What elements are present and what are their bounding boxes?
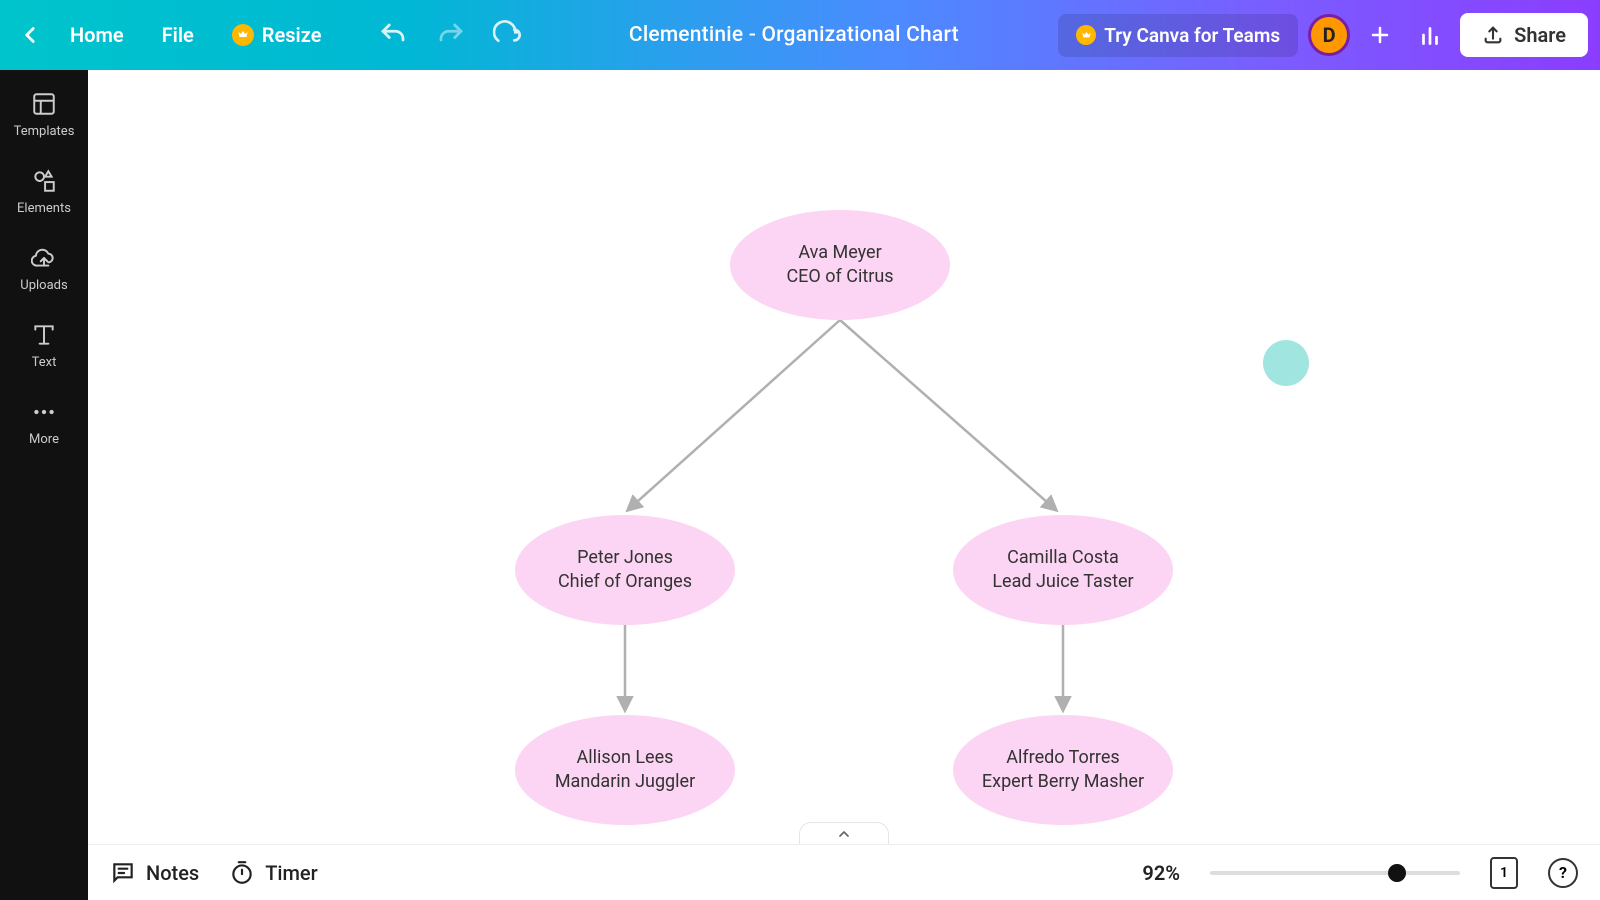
org-node-ceo[interactable]: Ava Meyer CEO of Citrus: [730, 210, 950, 320]
sidebar-item-elements[interactable]: Elements: [17, 167, 71, 216]
node-name: Allison Lees: [577, 746, 674, 770]
text-icon: [30, 321, 58, 349]
sidebar-item-uploads[interactable]: Uploads: [20, 244, 67, 293]
timer-label: Timer: [265, 861, 318, 885]
sidebar-label: Elements: [17, 201, 71, 216]
share-label: Share: [1514, 23, 1566, 47]
resize-button[interactable]: Resize: [216, 15, 338, 55]
share-button[interactable]: Share: [1460, 13, 1588, 57]
elements-icon: [30, 167, 58, 195]
page-indicator[interactable]: 1: [1490, 857, 1518, 889]
timer-icon: [229, 860, 255, 886]
org-node-peter[interactable]: Peter Jones Chief of Oranges: [515, 515, 735, 625]
timer-button[interactable]: Timer: [229, 860, 318, 886]
notes-button[interactable]: Notes: [110, 860, 199, 886]
crown-icon: [1076, 25, 1096, 45]
sidebar-label: Templates: [14, 124, 75, 139]
cloud-sync-button[interactable]: [489, 15, 529, 55]
try-teams-button[interactable]: Try Canva for Teams: [1058, 14, 1298, 57]
topbar: Home File Resize Clementinie - Organizat…: [0, 0, 1600, 70]
cloud-icon: [493, 19, 525, 51]
chevron-left-icon: [17, 22, 43, 48]
sidebar-item-more[interactable]: More: [29, 398, 59, 447]
sidebar: Templates Elements Uploads Text More: [0, 70, 88, 900]
collaborator-cursor: [1263, 340, 1309, 386]
topbar-right: Try Canva for Teams D Share: [1058, 13, 1588, 57]
node-title: Expert Berry Masher: [982, 770, 1144, 794]
user-avatar[interactable]: D: [1308, 14, 1350, 56]
try-teams-label: Try Canva for Teams: [1104, 24, 1280, 47]
uploads-icon: [30, 244, 58, 272]
undo-icon: [378, 20, 408, 50]
sidebar-label: More: [29, 432, 59, 447]
org-connectors: [88, 70, 1600, 844]
notes-label: Notes: [146, 861, 199, 885]
resize-label: Resize: [262, 23, 322, 47]
redo-icon: [436, 20, 466, 50]
home-button[interactable]: Home: [54, 15, 140, 55]
bottombar: Notes Timer 92% 1 ?: [88, 844, 1600, 900]
templates-icon: [30, 90, 58, 118]
file-menu[interactable]: File: [146, 15, 210, 55]
node-name: Ava Meyer: [798, 241, 881, 265]
sidebar-item-templates[interactable]: Templates: [14, 90, 75, 139]
sidebar-item-text[interactable]: Text: [30, 321, 58, 370]
chevron-up-icon: [836, 826, 852, 842]
back-button[interactable]: [12, 17, 48, 53]
more-icon: [30, 398, 58, 426]
notes-icon: [110, 860, 136, 886]
undo-button[interactable]: [373, 15, 413, 55]
zoom-level[interactable]: 92%: [1142, 861, 1180, 885]
history-tools: [373, 15, 529, 55]
plus-icon: [1368, 23, 1392, 47]
redo-button[interactable]: [431, 15, 471, 55]
page-handle[interactable]: [799, 822, 889, 844]
analytics-icon: [1417, 22, 1443, 48]
org-node-alfredo[interactable]: Alfredo Torres Expert Berry Masher: [953, 715, 1173, 825]
analytics-button[interactable]: [1410, 15, 1450, 55]
org-node-camilla[interactable]: Camilla Costa Lead Juice Taster: [953, 515, 1173, 625]
node-name: Peter Jones: [577, 546, 673, 570]
upload-icon: [1482, 24, 1504, 46]
org-node-allison[interactable]: Allison Lees Mandarin Juggler: [515, 715, 735, 825]
sidebar-label: Text: [32, 355, 57, 370]
canvas[interactable]: Ava Meyer CEO of Citrus Peter Jones Chie…: [88, 70, 1600, 844]
node-title: CEO of Citrus: [786, 265, 893, 289]
help-button[interactable]: ?: [1548, 858, 1578, 888]
zoom-handle[interactable]: [1388, 864, 1406, 882]
sidebar-label: Uploads: [20, 278, 67, 293]
topbar-left: Home File Resize: [12, 15, 529, 55]
node-name: Alfredo Torres: [1006, 746, 1119, 770]
node-title: Lead Juice Taster: [992, 570, 1133, 594]
zoom-slider[interactable]: [1210, 871, 1460, 875]
add-member-button[interactable]: [1360, 15, 1400, 55]
node-title: Chief of Oranges: [558, 570, 692, 594]
node-name: Camilla Costa: [1007, 546, 1119, 570]
document-title[interactable]: Clementinie - Organizational Chart: [529, 23, 1058, 47]
node-title: Mandarin Juggler: [555, 770, 695, 794]
crown-icon: [232, 24, 254, 46]
